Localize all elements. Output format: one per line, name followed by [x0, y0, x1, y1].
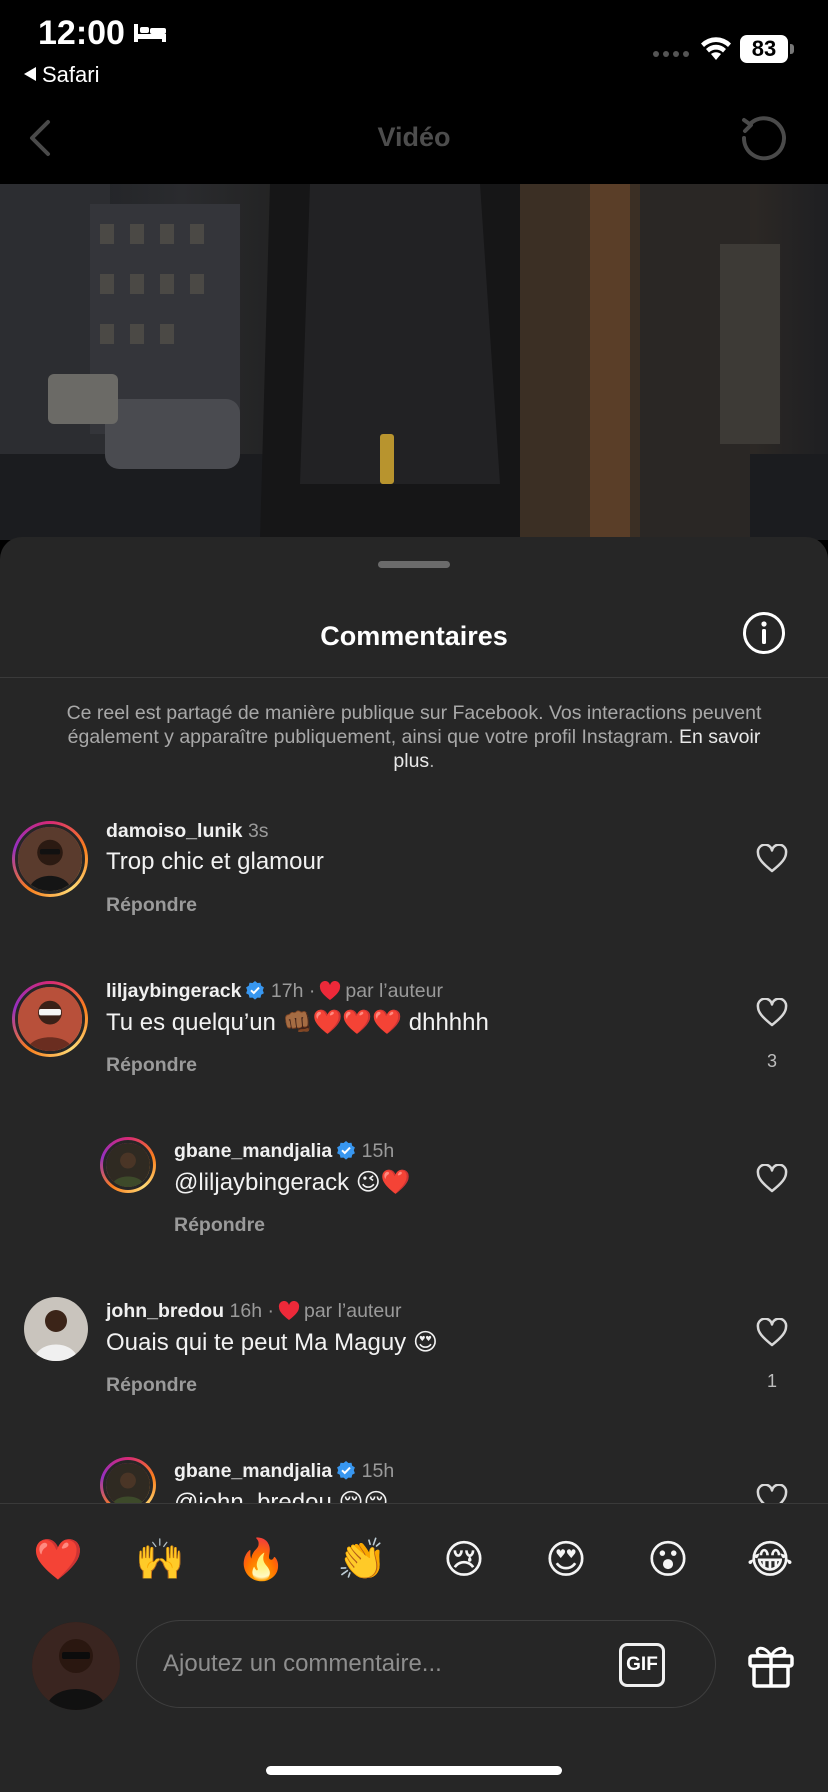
nav-header: Vidéo	[0, 90, 828, 184]
back-to-app-link[interactable]: Safari	[24, 62, 99, 88]
comment-time: 16h	[229, 1300, 263, 1322]
reaction-fire[interactable]: 🔥	[233, 1532, 289, 1588]
home-indicator	[266, 1766, 562, 1775]
back-triangle-icon	[24, 67, 36, 81]
comment-text: Ouais qui te peut Ma Maguy 😍	[106, 1329, 438, 1356]
comment-input-placeholder: Ajoutez un commentaire...	[163, 1650, 442, 1677]
comment-username[interactable]: gbane_mandjalia	[174, 1460, 332, 1482]
avatar[interactable]	[24, 1297, 88, 1361]
battery-level: 83	[740, 35, 788, 63]
liked-by-author-label: par l’auteur	[303, 1300, 402, 1322]
gif-button[interactable]: GIF	[619, 1643, 665, 1687]
comment-text: Trop chic et glamour	[106, 848, 324, 875]
heart-icon[interactable]	[756, 844, 788, 874]
heart-icon[interactable]	[756, 1484, 788, 1503]
video-player[interactable]	[0, 184, 828, 540]
video-frame	[0, 184, 828, 540]
liked-by-author-label: par l’auteur	[345, 980, 443, 1002]
comment-header: john_bredou 16h · par l’auteur	[106, 1300, 402, 1323]
comment-username[interactable]: john_bredou	[106, 1300, 224, 1322]
comment-item: damoiso_lunik 3s Trop chic et glamour Ré…	[0, 800, 828, 950]
reply-button[interactable]: Répondre	[106, 1054, 197, 1077]
meta-separator: ·	[303, 980, 316, 1002]
comment-text: @liljaybingerack 😉❤️	[174, 1169, 411, 1196]
info-icon[interactable]	[742, 611, 786, 655]
avatar[interactable]	[100, 1457, 156, 1503]
reply-item: gbane_mandjalia 15h @john_bredou 😌😌	[0, 1440, 828, 1503]
author-heart-icon	[278, 1301, 300, 1320]
sheet-title: Commentaires	[320, 621, 508, 651]
my-avatar	[32, 1622, 120, 1710]
status-bar: 12:00 Safari 83	[0, 0, 828, 90]
comment-time: 15h	[361, 1140, 395, 1162]
reaction-raised-hands[interactable]: 🙌	[132, 1532, 188, 1588]
reaction-laughing[interactable]: 😂	[742, 1532, 798, 1588]
comment-header: damoiso_lunik 3s	[106, 820, 269, 843]
sleep-bed-icon	[134, 24, 166, 42]
like-count: 3	[766, 1051, 777, 1071]
comment-text: Tu es quelqu’un 👊🏾❤️❤️❤️ dhhhhh	[106, 1009, 489, 1036]
my-avatar-image	[32, 1622, 120, 1710]
notice-end: .	[429, 750, 435, 772]
reply-button[interactable]: Répondre	[106, 1374, 197, 1397]
reaction-clap[interactable]: 👏	[334, 1532, 390, 1588]
comment-input[interactable]: Ajoutez un commentaire... GIF	[136, 1620, 716, 1708]
notice-text: Ce reel est partagé de manière publique …	[66, 702, 762, 748]
comment-header: gbane_mandjalia 15h	[174, 1140, 394, 1163]
user-avatar-image	[106, 1463, 150, 1503]
page-title: Vidéo	[377, 122, 451, 152]
author-heart-icon	[320, 981, 341, 1000]
battery-cap	[790, 44, 794, 54]
verified-badge-icon	[337, 1141, 356, 1160]
refresh-icon[interactable]	[738, 114, 786, 162]
user-avatar-image	[24, 1297, 88, 1361]
quick-reactions-bar: ❤️ 🙌 🔥 👏 😢 😍 😮 😂	[0, 1504, 828, 1614]
reply-button[interactable]: Répondre	[174, 1214, 265, 1237]
verified-badge-icon	[246, 981, 265, 1000]
heart-icon[interactable]	[756, 1164, 788, 1194]
wifi-icon	[701, 37, 731, 60]
reaction-crying[interactable]: 😢	[436, 1532, 492, 1588]
comment-time: 15h	[361, 1460, 395, 1482]
comment-time: 3s	[247, 820, 269, 842]
user-avatar-image	[18, 827, 82, 891]
heart-icon[interactable]	[756, 1318, 788, 1348]
status-time: 12:00	[38, 14, 125, 52]
meta-separator: ·	[262, 1300, 274, 1322]
reaction-heart-eyes[interactable]: 😍	[538, 1532, 594, 1588]
comment-item: john_bredou 16h · par l’auteur Ouais qui …	[0, 1280, 828, 1430]
user-avatar-image	[18, 987, 82, 1051]
heart-icon[interactable]	[756, 998, 788, 1028]
back-app-label: Safari	[42, 62, 100, 87]
reaction-heart[interactable]: ❤️	[30, 1532, 86, 1588]
sheet-drag-handle[interactable]	[378, 561, 450, 568]
comment-header: gbane_mandjalia 15h	[174, 1460, 394, 1483]
like-count: 1	[766, 1371, 777, 1391]
avatar[interactable]	[100, 1137, 156, 1193]
avatar[interactable]	[12, 821, 88, 897]
user-avatar-image	[106, 1143, 150, 1187]
comments-list: damoiso_lunik 3s Trop chic et glamour Ré…	[0, 800, 828, 1503]
comment-header: liljaybingerack 17h · par l’auteur	[106, 980, 443, 1003]
facebook-share-notice: Ce reel est partagé de manière publique …	[60, 701, 768, 773]
comment-time: 17h	[270, 980, 304, 1002]
comment-text: @john_bredou 😌😌	[174, 1489, 389, 1503]
avatar[interactable]	[12, 981, 88, 1057]
cellular-signal-icon	[653, 51, 689, 57]
reply-button[interactable]: Répondre	[106, 894, 197, 917]
comment-username[interactable]: damoiso_lunik	[106, 820, 243, 842]
comment-username[interactable]: liljaybingerack	[106, 980, 241, 1002]
reply-item: gbane_mandjalia 15h @liljaybingerack 😉❤️…	[0, 1120, 828, 1270]
verified-badge-icon	[337, 1461, 356, 1480]
comment-username[interactable]: gbane_mandjalia	[174, 1140, 332, 1162]
gift-icon[interactable]	[746, 1640, 796, 1690]
comment-item: liljaybingerack 17h · par l’auteur Tu es …	[0, 960, 828, 1110]
divider	[0, 677, 828, 678]
reaction-surprised[interactable]: 😮	[640, 1532, 696, 1588]
